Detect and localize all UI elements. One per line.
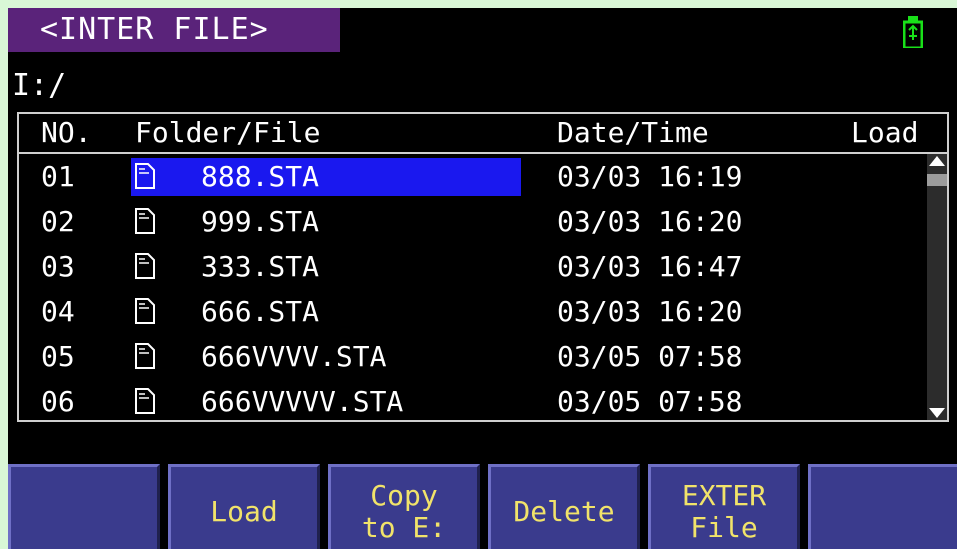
- usb-drive-icon: [903, 16, 923, 48]
- softkey-3[interactable]: Copy to E:: [328, 464, 480, 549]
- file-date: 03/03 16:47: [557, 250, 743, 283]
- column-header-no: NO.: [41, 116, 92, 149]
- file-date: 03/03 16:20: [557, 295, 743, 328]
- softkey-label-line1: Copy: [370, 479, 438, 512]
- softkey-5[interactable]: EXTER File: [648, 464, 800, 549]
- row-number: 02: [41, 205, 75, 238]
- column-header-load: Load: [851, 116, 919, 149]
- file-date: 03/03 16:20: [557, 205, 743, 238]
- current-path: I:/: [12, 68, 67, 103]
- table-row[interactable]: 05 666VVVV.STA 03/05 07:58: [19, 334, 947, 379]
- row-number: 05: [41, 340, 75, 373]
- file-name[interactable]: 666.STA: [201, 289, 319, 334]
- softkey-6[interactable]: [808, 464, 957, 549]
- scroll-down-icon[interactable]: [929, 408, 945, 418]
- table-row[interactable]: 01 888.STA 03/03 16:19: [19, 154, 947, 199]
- column-header-date: Date/Time: [557, 116, 709, 149]
- row-number: 01: [41, 160, 75, 193]
- column-header-name: Folder/File: [135, 116, 321, 149]
- table-row[interactable]: 02 999.STA 03/03 16:20: [19, 199, 947, 244]
- file-date: 03/03 16:19: [557, 160, 743, 193]
- softkey-bar: Load Copy to E: Delete EXTER File: [8, 464, 957, 549]
- row-number: 04: [41, 295, 75, 328]
- file-date: 03/05 07:58: [557, 385, 743, 418]
- softkey-2[interactable]: Load: [168, 464, 320, 549]
- softkey-label-line1: Delete: [513, 495, 615, 528]
- softkey-label-line1: EXTER: [681, 479, 767, 512]
- softkey-label-line1: Load: [210, 495, 278, 528]
- scroll-up-icon[interactable]: [929, 156, 945, 166]
- file-name[interactable]: 666VVVVV.STA: [201, 379, 403, 424]
- softkey-1[interactable]: [8, 464, 160, 549]
- scrollbar[interactable]: [927, 154, 947, 420]
- file-name[interactable]: 888.STA: [201, 154, 319, 199]
- scroll-thumb[interactable]: [927, 174, 947, 186]
- instrument-screen: <INTER FILE> I:/ NO. Folder/File Date/Ti…: [8, 8, 957, 549]
- file-icon: [135, 298, 155, 324]
- row-number: 06: [41, 385, 75, 418]
- table-row[interactable]: 04 666.STA 03/03 16:20: [19, 289, 947, 334]
- selection-highlight: [131, 158, 521, 196]
- table-row[interactable]: 03 333.STA 03/03 16:47: [19, 244, 947, 289]
- file-name[interactable]: 999.STA: [201, 199, 319, 244]
- file-icon: [135, 163, 155, 189]
- file-date: 03/05 07:58: [557, 340, 743, 373]
- row-number: 03: [41, 250, 75, 283]
- file-icon: [135, 208, 155, 234]
- table-row[interactable]: 06 666VVVVV.STA 03/05 07:58: [19, 379, 947, 424]
- file-name[interactable]: 333.STA: [201, 244, 319, 289]
- file-list: 01 888.STA 03/03 16:19 02 999.STA 03/03 16:20…: [19, 154, 947, 424]
- file-table: NO. Folder/File Date/Time Load 01 888.STA…: [17, 112, 949, 422]
- softkey-4[interactable]: Delete: [488, 464, 640, 549]
- softkey-label-line2: to E:: [361, 511, 447, 544]
- softkey-label-line2: File: [690, 511, 758, 544]
- table-header: NO. Folder/File Date/Time Load: [19, 114, 947, 154]
- file-icon: [135, 253, 155, 279]
- page-title: <INTER FILE>: [8, 8, 340, 52]
- file-icon: [135, 343, 155, 369]
- file-name[interactable]: 666VVVV.STA: [201, 334, 386, 379]
- file-icon: [135, 388, 155, 414]
